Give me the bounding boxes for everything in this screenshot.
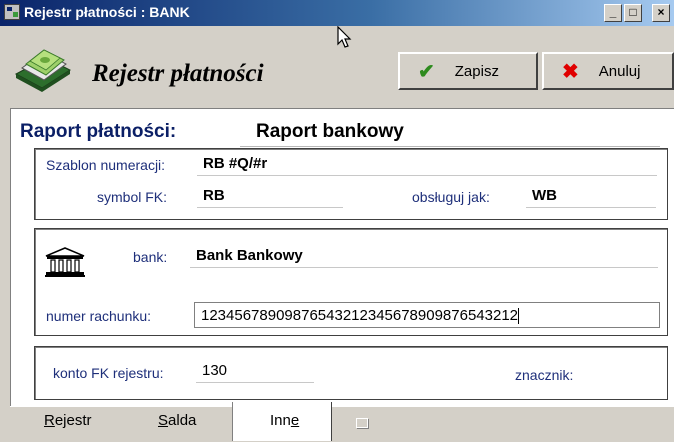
title-bar[interactable]: Rejestr płatności : BANK _ □ × xyxy=(0,0,674,26)
cancel-button[interactable]: ✖ Anuluj xyxy=(542,52,674,90)
marker-label: znacznik: xyxy=(515,367,574,383)
tab-inne[interactable]: Inne xyxy=(270,412,299,429)
save-button[interactable]: ✔ Zapisz xyxy=(398,52,538,90)
close-button[interactable]: × xyxy=(652,4,670,22)
report-type-field[interactable]: Raport bankowy xyxy=(240,121,660,147)
checkmark-icon: ✔ xyxy=(418,60,435,83)
template-label: Szablon numeracji: xyxy=(46,157,166,173)
tab-extra-icon[interactable] xyxy=(356,418,368,428)
x-icon: ✖ xyxy=(562,60,579,83)
payment-register-window: Rejestr płatności : BANK _ □ × Rejestr p… xyxy=(0,0,674,442)
mouse-cursor-icon xyxy=(337,26,352,48)
tab-rejestr[interactable]: Rejestr xyxy=(44,412,92,429)
report-label: Raport płatności: xyxy=(20,121,177,142)
window-title: Rejestr płatności : BANK xyxy=(24,4,190,20)
ledger-account-label: konto FK rejestru: xyxy=(53,365,164,381)
minimize-button[interactable]: _ xyxy=(604,4,622,22)
money-book-icon xyxy=(14,49,72,92)
bank-building-icon xyxy=(45,247,85,277)
account-number-input[interactable]: 12345678909876543212345678909876543212 xyxy=(194,302,660,328)
ledger-account-field[interactable]: 130 xyxy=(196,362,314,383)
marker-field[interactable] xyxy=(594,362,658,383)
tab-salda[interactable]: Salda xyxy=(158,412,196,429)
symbol-field[interactable]: RB xyxy=(197,187,343,208)
save-button-label: Zapisz xyxy=(454,62,499,80)
text-caret xyxy=(518,308,520,325)
tab-bar xyxy=(10,406,674,442)
bank-label: bank: xyxy=(133,249,168,265)
template-field[interactable]: RB #Q/#r xyxy=(197,155,657,176)
app-icon[interactable] xyxy=(4,4,20,20)
symbol-label: symbol FK: xyxy=(97,189,168,205)
maximize-button[interactable]: □ xyxy=(624,4,642,22)
bank-field[interactable]: Bank Bankowy xyxy=(190,247,658,268)
handle-as-field[interactable]: WB xyxy=(526,187,656,208)
account-number-value: 12345678909876543212345678909876543212 xyxy=(201,307,519,324)
account-number-label: numer rachunku: xyxy=(46,308,152,324)
handle-as-label: obsługuj jak: xyxy=(412,189,490,205)
page-title: Rejestr płatności xyxy=(92,60,264,87)
cancel-button-label: Anuluj xyxy=(598,62,641,80)
